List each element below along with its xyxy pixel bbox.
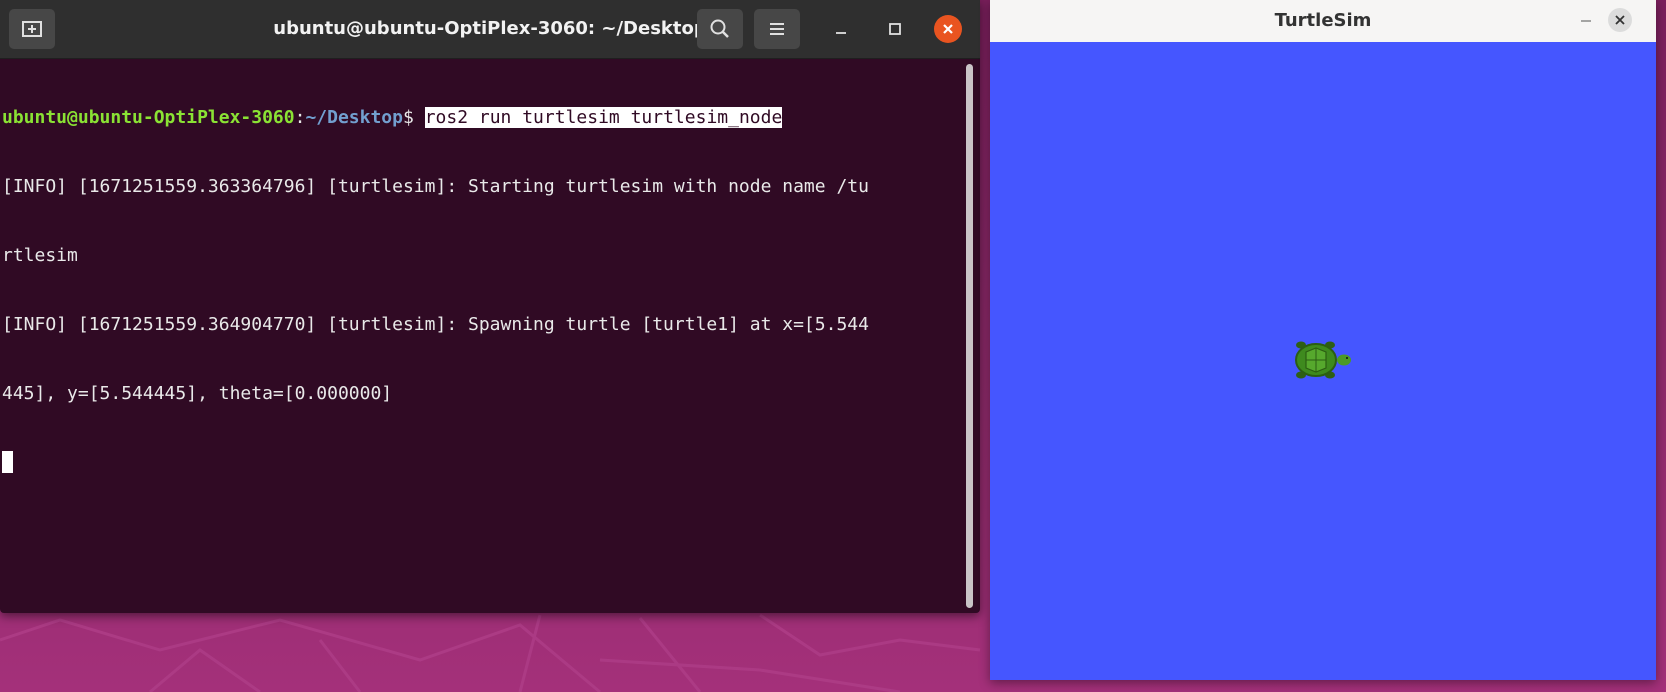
close-icon [943,24,953,34]
turtlesim-title: TurtleSim [1274,10,1372,31]
text-cursor [2,451,13,473]
turtlesim-titlebar[interactable]: TurtleSim [990,0,1656,42]
command-text[interactable]: ros2 run turtlesim turtlesim_node [424,107,783,128]
close-button[interactable] [934,15,962,43]
maximize-button[interactable] [880,14,910,44]
terminal-scrollbar[interactable] [966,64,973,608]
minimize-button[interactable] [826,14,856,44]
prompt-path: ~/Desktop [305,107,403,128]
output-line: 445], y=[5.544445], theta=[0.000000] [2,383,393,404]
prompt-dollar: $ [403,107,425,128]
turtlesim-minimize-button[interactable] [1576,10,1596,30]
hamburger-menu-icon [770,23,784,35]
turtlesim-canvas [990,42,1656,680]
prompt-separator: : [294,107,306,128]
search-icon [710,19,729,38]
terminal-titlebar[interactable]: ubuntu@ubuntu-OptiPlex-3060: ~/Desktop [0,0,980,59]
maximize-icon [889,23,901,35]
new-tab-button[interactable] [9,9,55,49]
terminal-title: ubuntu@ubuntu-OptiPlex-3060: ~/Desktop [273,18,707,39]
terminal-output[interactable]: ubuntu@ubuntu-OptiPlex-3060:~/Desktop$ r… [0,60,962,610]
output-line: [INFO] [1671251559.364904770] [turtlesim… [2,314,869,335]
prompt-user: ubuntu@ubuntu-OptiPlex-3060 [2,107,295,128]
close-icon [1615,15,1625,25]
prompt-line: ubuntu@ubuntu-OptiPlex-3060:~/Desktop$ r… [2,106,962,129]
search-button[interactable] [697,9,743,49]
menu-button[interactable] [754,9,800,49]
minimize-icon [836,32,846,34]
cursor-line [2,451,962,474]
new-tab-icon [22,21,42,37]
output-line: [INFO] [1671251559.363364796] [turtlesim… [2,176,869,197]
turtlesim-window[interactable]: TurtleSim [990,0,1656,680]
terminal-window[interactable]: ubuntu@ubuntu-OptiPlex-3060: ~/Desktop u… [0,0,980,613]
turtle-icon [1295,341,1351,379]
output-line: rtlesim [2,245,78,266]
turtlesim-close-button[interactable] [1608,8,1632,32]
minimize-icon [1581,20,1591,22]
